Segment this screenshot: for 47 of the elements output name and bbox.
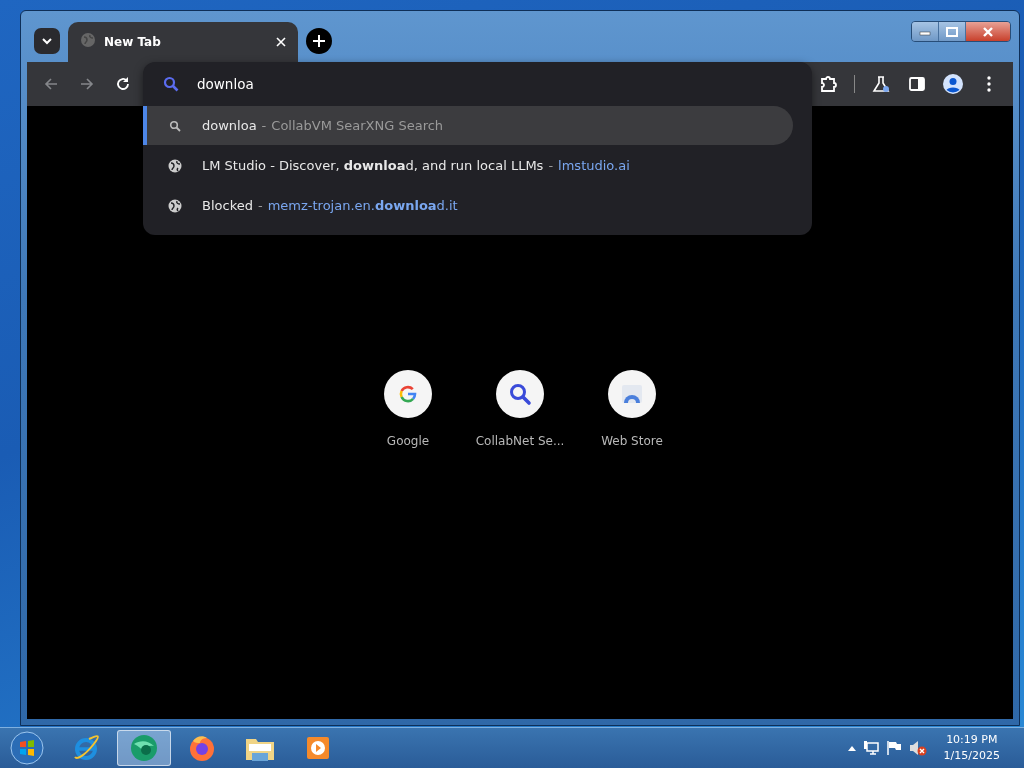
show-hidden-icons-icon[interactable] [847,745,856,751]
close-button[interactable] [966,22,1010,41]
google-logo-icon[interactable] [384,370,432,418]
globe-icon [168,158,182,173]
close-icon[interactable] [274,35,288,49]
suggestion-description: CollabVM SearXNG Search [271,118,444,133]
maximize-icon [946,26,958,37]
shortcut-label[interactable]: CollabNet Se... [475,434,565,448]
suggestion-url: memz-trojan.en.download.it [267,198,458,213]
browser-tab[interactable]: New Tab [68,22,298,62]
plus-icon [313,35,325,47]
flask-icon[interactable] [871,74,891,94]
puzzle-icon[interactable] [818,74,838,94]
shortcut-label[interactable]: Google [386,434,430,448]
search-icon [168,118,182,133]
flag-icon[interactable] [885,740,902,756]
separator-dash: - [257,198,263,213]
suggestion-text: downloa [202,118,257,133]
store-icon[interactable] [608,370,656,418]
profile-avatar-icon[interactable] [943,74,963,94]
suggestion-item[interactable]: downloa - CollabVM SearXNG Search [143,106,793,145]
separator-dash: - [261,118,267,133]
close-icon [982,26,994,37]
network-icon[interactable] [862,740,879,756]
start-button[interactable] [9,730,45,766]
globe-icon [168,198,182,213]
minimize-button[interactable] [912,22,939,41]
tab-title: New Tab [104,35,162,49]
clock-time[interactable]: 10:19 PM [946,732,998,748]
clock-date[interactable]: 1/15/2025 [943,748,1000,764]
tab-search-button[interactable] [34,28,60,54]
browser-icon[interactable] [117,730,171,766]
suggestion-url: lmstudio.ai [558,158,630,173]
separator-dash: - [548,158,554,173]
suggestion-text: LM Studio - Discover, download, and run local LLMs [202,158,544,173]
maximize-button[interactable] [939,22,966,41]
suggestion-item[interactable]: LM Studio - Discover, download, and run local LLMs - lmstudio.ai [143,146,793,185]
address-field[interactable]: downloa [197,76,757,92]
muted-speaker-icon[interactable] [908,740,927,756]
side-panel-icon[interactable] [907,74,927,94]
suggestion-text: Blocked [202,198,253,213]
shortcut-label[interactable]: Web Store [601,434,663,448]
suggestion-item[interactable]: Blocked - memz-trojan.en.download.it [143,186,793,225]
new-tab-button[interactable] [306,28,332,54]
search-icon [163,76,179,92]
search-icon[interactable] [496,370,544,418]
caret-icon [41,37,53,45]
